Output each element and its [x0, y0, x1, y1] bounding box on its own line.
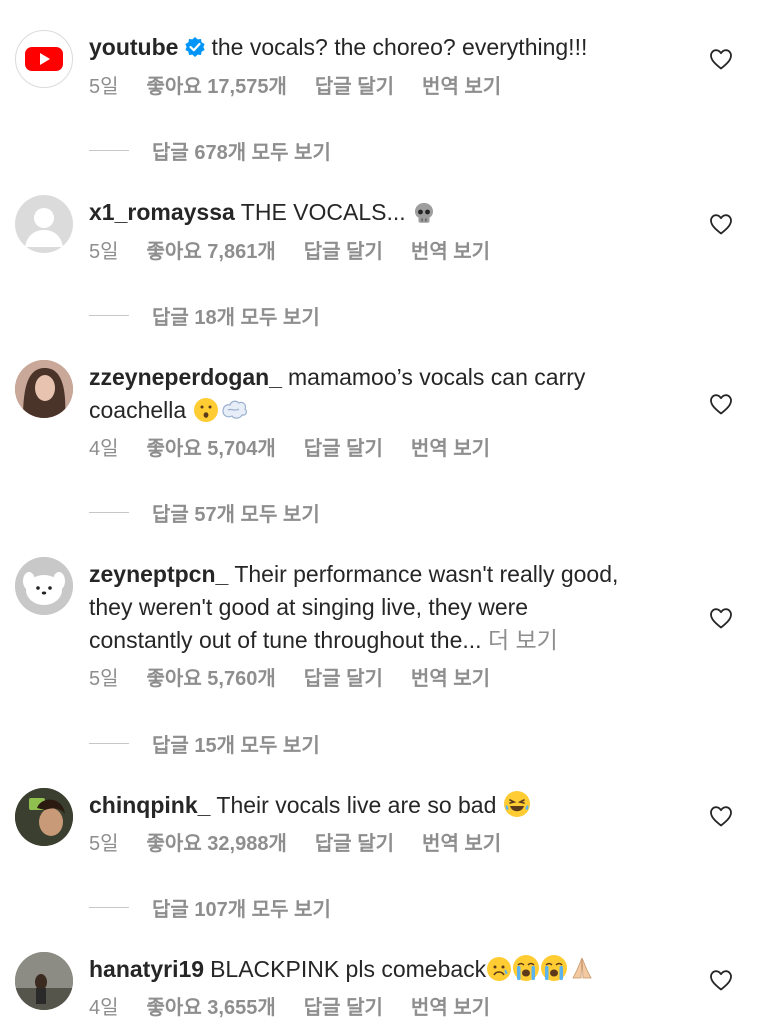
sad-face-emoji [487, 957, 512, 981]
comment-meta: 4일 좋아요 5,704개 답글 달기 번역 보기 [89, 436, 518, 462]
avatar[interactable] [15, 952, 73, 1010]
avatar[interactable] [15, 360, 73, 418]
replies-divider [89, 743, 129, 744]
heart-icon[interactable] [709, 48, 733, 70]
reply-button[interactable]: 답글 달기 [304, 668, 383, 690]
comment-meta: 5일 좋아요 32,988개 답글 달기 번역 보기 [89, 831, 529, 857]
replies-divider [89, 315, 129, 316]
default-avatar-icon [25, 208, 63, 247]
likes-count[interactable]: 좋아요 7,861개 [147, 241, 276, 263]
profile-photo [15, 788, 73, 846]
comment-text: x1_romayssa THE VOCALS... [89, 196, 689, 229]
comment-text: youtube the vocals? the choreo? everythin… [89, 31, 689, 64]
view-replies-label: 답글 18개 모두 보기 [152, 307, 320, 329]
heart-icon[interactable] [709, 969, 733, 991]
heart-icon[interactable] [709, 805, 733, 827]
view-replies-button[interactable]: 답글 678개 모두 보기 [89, 136, 331, 165]
comment-body-line2: coachella [89, 397, 187, 423]
reply-button[interactable]: 답글 달기 [315, 833, 394, 855]
praying-hands-emoji [572, 957, 592, 979]
reply-button[interactable]: 답글 달기 [304, 997, 383, 1019]
translate-button[interactable]: 번역 보기 [422, 76, 501, 98]
view-replies-label: 답글 57개 모두 보기 [152, 504, 320, 526]
username[interactable]: zeyneptpcn_ [89, 561, 228, 587]
translate-button[interactable]: 번역 보기 [411, 668, 490, 690]
comment-text: zzeyneperdogan_ mamamoo’s vocals can carr… [89, 361, 689, 427]
profile-photo [15, 952, 73, 1010]
timestamp: 5일 [89, 241, 119, 263]
view-replies-label: 답글 15개 모두 보기 [152, 735, 320, 757]
reply-button[interactable]: 답글 달기 [304, 241, 383, 263]
timestamp: 5일 [89, 833, 119, 855]
profile-photo [15, 360, 73, 418]
timestamp: 5일 [89, 76, 119, 98]
view-replies-label: 답글 107개 모두 보기 [152, 899, 331, 921]
comment-body-line3: constantly out of tune throughout the... [89, 627, 482, 653]
see-more-link[interactable]: 더 보기 [488, 627, 558, 653]
skull-emoji [415, 203, 434, 223]
likes-count[interactable]: 좋아요 5,760개 [147, 668, 276, 690]
comment-body: the vocals? the choreo? everything!!! [211, 34, 588, 60]
view-replies-button[interactable]: 답글 107개 모두 보기 [89, 893, 331, 922]
comment-body: THE VOCALS... [240, 199, 406, 225]
translate-button[interactable]: 번역 보기 [411, 241, 490, 263]
laughing-emoji [503, 791, 530, 817]
avatar[interactable] [15, 195, 73, 253]
comment-text: hanatyri19 BLACKPINK pls comeback [89, 953, 689, 986]
replies-divider [89, 150, 129, 151]
view-replies-button[interactable]: 답글 57개 모두 보기 [89, 498, 320, 527]
heart-icon[interactable] [709, 393, 733, 415]
view-replies-button[interactable]: 답글 15개 모두 보기 [89, 729, 320, 758]
view-replies-button[interactable]: 답글 18개 모두 보기 [89, 301, 320, 330]
comment-body: BLACKPINK pls comeback [210, 956, 487, 982]
comment-text: zeyneptpcn_ Their performance wasn't real… [89, 558, 689, 657]
crying-face-emoji [541, 955, 568, 981]
heart-icon[interactable] [709, 607, 733, 629]
avatar[interactable] [15, 30, 73, 88]
replies-divider [89, 512, 129, 513]
youtube-logo [25, 47, 63, 71]
replies-divider [89, 907, 129, 908]
comment-body: Their vocals live are so bad [216, 792, 497, 818]
comment-body-line2: they weren't good at singing live, they … [89, 594, 529, 620]
dash-emoji [221, 400, 247, 419]
username[interactable]: youtube [89, 34, 178, 60]
comment-meta: 5일 좋아요 5,760개 답글 달기 번역 보기 [89, 666, 518, 692]
reply-button[interactable]: 답글 달기 [304, 438, 383, 460]
translate-button[interactable]: 번역 보기 [411, 997, 490, 1019]
username[interactable]: hanatyri19 [89, 956, 204, 982]
likes-count[interactable]: 좋아요 5,704개 [147, 438, 276, 460]
timestamp: 5일 [89, 668, 119, 690]
comment-body-line1: Their performance wasn't really good, [234, 561, 619, 587]
username[interactable]: x1_romayssa [89, 199, 235, 225]
likes-count[interactable]: 좋아요 32,988개 [147, 833, 287, 855]
comment-text: chinqpink_ Their vocals live are so bad [89, 789, 689, 822]
username[interactable]: chinqpink_ [89, 792, 210, 818]
hushed-face-emoji [193, 398, 218, 422]
timestamp: 4일 [89, 997, 119, 1019]
comment-meta: 5일 좋아요 17,575개 답글 달기 번역 보기 [89, 74, 529, 100]
avatar[interactable] [15, 788, 73, 846]
crying-face-emoji [513, 955, 540, 981]
translate-button[interactable]: 번역 보기 [411, 438, 490, 460]
verified-badge-icon [185, 37, 206, 57]
username[interactable]: zzeyneperdogan_ [89, 364, 282, 390]
reply-button[interactable]: 답글 달기 [315, 76, 394, 98]
translate-button[interactable]: 번역 보기 [422, 833, 501, 855]
comment-meta: 4일 좋아요 3,655개 답글 달기 번역 보기 [89, 995, 518, 1021]
avatar[interactable] [15, 557, 73, 615]
heart-icon[interactable] [709, 213, 733, 235]
profile-photo [15, 557, 73, 615]
comment-meta: 5일 좋아요 7,861개 답글 달기 번역 보기 [89, 239, 518, 265]
comment-body-line1: mamamoo’s vocals can carry [288, 364, 586, 390]
view-replies-label: 답글 678개 모두 보기 [152, 142, 331, 164]
likes-count[interactable]: 좋아요 17,575개 [147, 76, 287, 98]
likes-count[interactable]: 좋아요 3,655개 [147, 997, 276, 1019]
timestamp: 4일 [89, 438, 119, 460]
